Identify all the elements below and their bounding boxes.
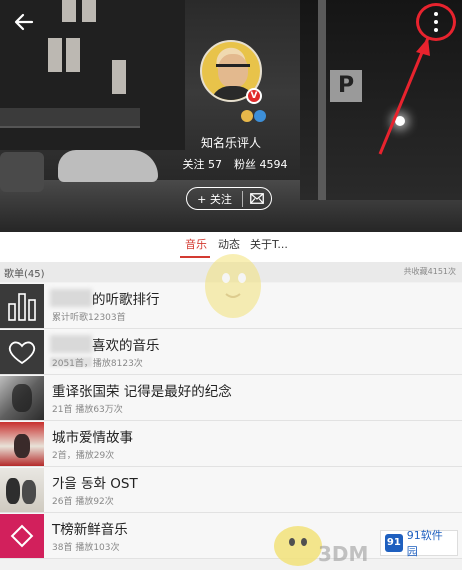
- playlist-subtitle: 26首 播放92次: [52, 497, 114, 507]
- fans-count[interactable]: 粉丝 4594: [234, 156, 288, 172]
- bar-chart-icon: [8, 293, 36, 321]
- follow-button-group: + 关注: [186, 187, 272, 210]
- background-car: [0, 152, 44, 192]
- verified-badge: V: [246, 88, 262, 104]
- background-window: [48, 38, 62, 72]
- list-item[interactable]: 重译张国荣 记得是最好的纪念 21首 播放63万次: [0, 375, 462, 421]
- background-window: [82, 0, 96, 22]
- playlist-subtitle: 2051首，播放8123次: [52, 359, 143, 369]
- playlist-cover: [0, 514, 44, 558]
- parking-sign: P: [330, 70, 362, 102]
- arrow-left-icon: [14, 13, 34, 31]
- playlist-title: 喜欢的音乐: [92, 338, 160, 354]
- blurred-username: [50, 335, 92, 353]
- message-button[interactable]: [243, 188, 271, 209]
- level-badge-icon: [241, 110, 253, 122]
- playlist-subtitle: 38首 播放103次: [52, 543, 120, 553]
- site-logo-icon: 91: [385, 534, 403, 552]
- playlist-cover: [0, 330, 44, 374]
- background-window: [66, 38, 80, 72]
- playlist-title: 城市爱情故事: [52, 430, 133, 446]
- list-item[interactable]: 가을 동화 OST 26首 播放92次: [0, 467, 462, 513]
- section-meta: 共收藏4151次: [403, 267, 456, 276]
- profile-title: 知名乐评人: [200, 136, 261, 150]
- back-button[interactable]: [10, 8, 38, 36]
- playlist-cover: [0, 376, 44, 420]
- playlist-cover: [0, 468, 44, 512]
- music-badge-icon: [254, 110, 266, 122]
- playlist-title: T榜新鲜音乐: [52, 522, 128, 538]
- playlist-subtitle: 累计听歌12303首: [52, 313, 126, 323]
- playlist-subtitle: 2首，播放29次: [52, 451, 115, 461]
- site-name: 91软件园: [406, 529, 443, 558]
- more-vertical-icon: [434, 12, 438, 16]
- annotation-arrow: [378, 37, 430, 155]
- follow-count[interactable]: 关注 57: [183, 156, 223, 172]
- playlist-title: 的听歌排行: [92, 292, 160, 308]
- section-title: 歌单(45): [4, 269, 45, 280]
- more-options-button[interactable]: [425, 8, 447, 36]
- list-item[interactable]: 城市爱情故事 2首，播放29次: [0, 421, 462, 467]
- background-window: [62, 0, 76, 22]
- playlist-cover: [0, 284, 44, 328]
- user-profile-screen: P V 知名乐评人 关注 57 粉丝 4594 + 关注 音乐 动态 关于T..…: [0, 0, 462, 570]
- watermark-site: 91 91软件园: [380, 529, 458, 558]
- profile-stats: 关注 57 粉丝 4594: [150, 156, 320, 172]
- playlist-subtitle: 21首 播放63万次: [52, 405, 123, 415]
- playlist-cover: [0, 422, 44, 466]
- playlist-title: 가을 동화 OST: [52, 476, 138, 492]
- heart-icon: [8, 341, 36, 365]
- follow-button[interactable]: + 关注: [187, 190, 243, 207]
- list-item[interactable]: 喜欢的音乐 2051首，播放8123次: [0, 329, 462, 375]
- background-window: [112, 60, 126, 94]
- background-car: [58, 150, 158, 182]
- mail-icon: [250, 193, 264, 204]
- blurred-username: [50, 289, 92, 307]
- playlist-title: 重译张国荣 记得是最好的纪念: [52, 384, 232, 400]
- background-awning: [0, 108, 140, 128]
- watermark-3dm: 3DM: [318, 542, 369, 566]
- mascot-watermark: [205, 254, 261, 318]
- profile-header: P V 知名乐评人 关注 57 粉丝 4594 + 关注: [0, 0, 462, 232]
